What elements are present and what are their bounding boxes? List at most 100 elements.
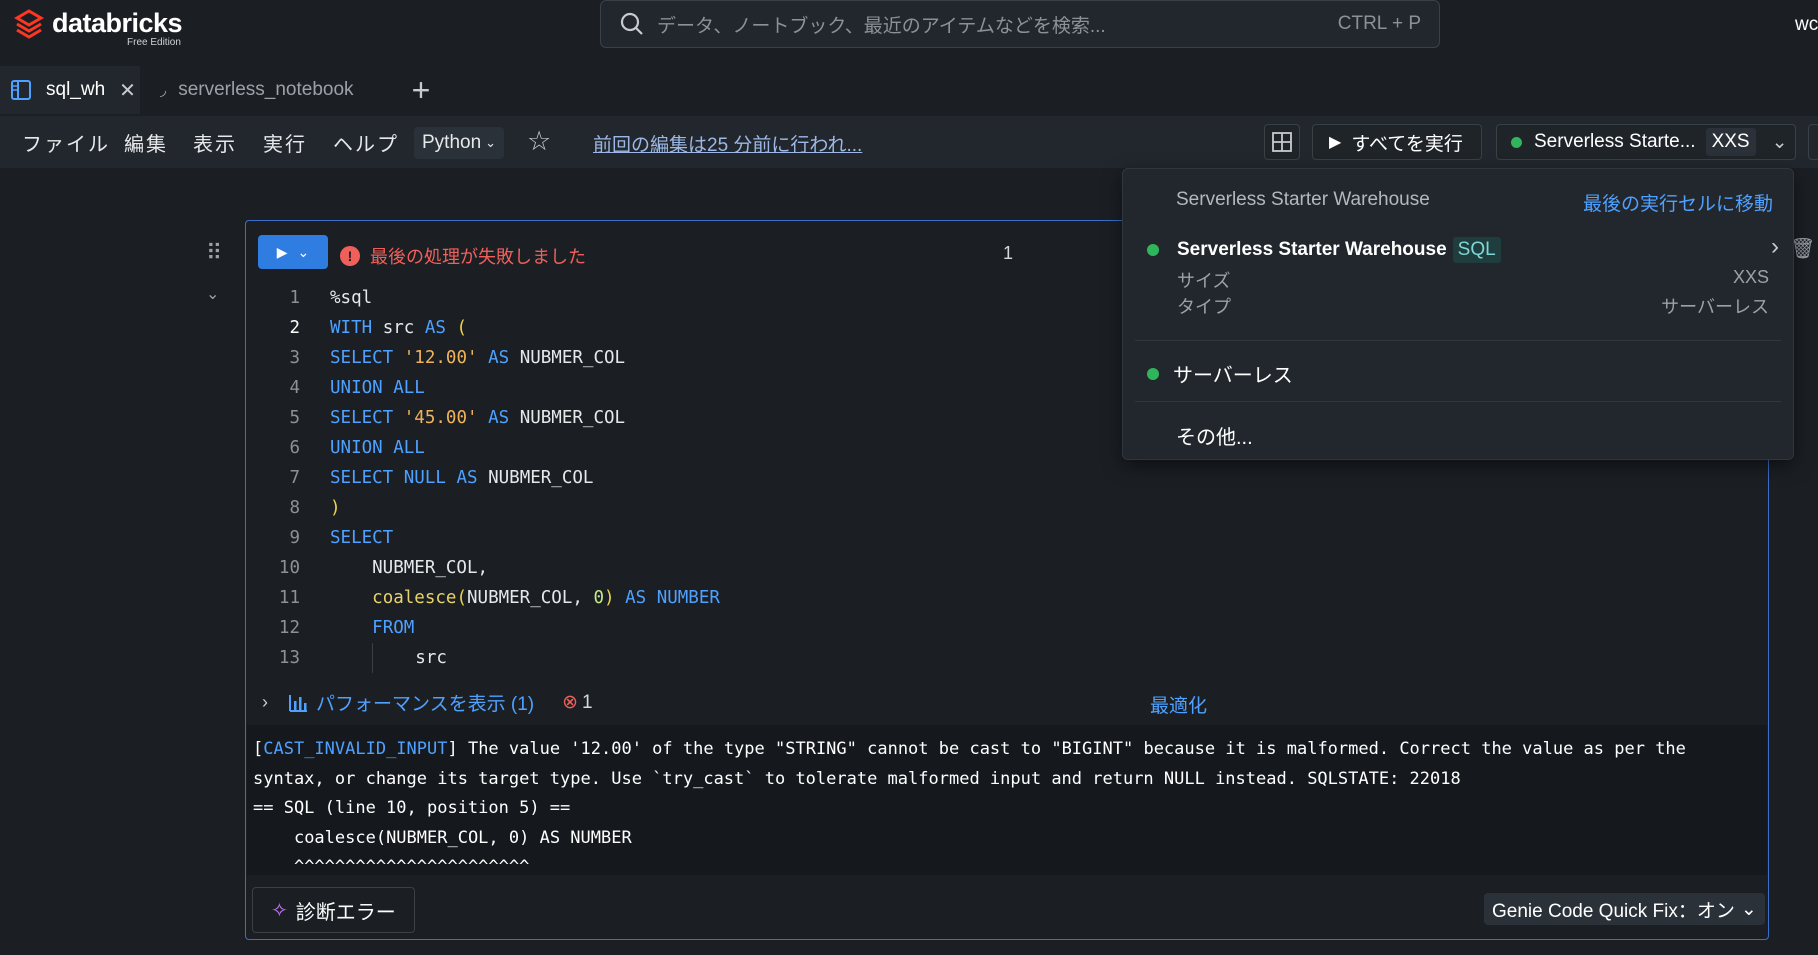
compute-name: Serverless Starte... — [1534, 131, 1696, 152]
search-shortcut: CTRL + P — [1337, 13, 1421, 34]
chevron-down-icon: ⌄ — [485, 135, 497, 150]
code-line: 3 SELECT '12.00' AS NUBMER_COL — [289, 348, 626, 368]
chevron-down-icon: ⌄ — [297, 243, 310, 260]
genie-label: Genie Code Quick Fix：オン — [1492, 900, 1735, 922]
chevron-down-icon: ⌄ — [1771, 131, 1788, 153]
code-line: 2 WITH src AS ( — [289, 318, 468, 338]
tab-sql-wh[interactable]: sql_wh ✕ — [0, 66, 140, 114]
tab-bar: sql_wh ✕ ◞ serverless_notebook + — [0, 66, 1818, 114]
favorite-star-icon[interactable]: ☆ — [527, 126, 551, 157]
code-line: 11 coalesce(NUBMER_COL, 0) AS NUMBER — [278, 588, 720, 608]
error-sql-position: == SQL (line 10, position 5) == — [253, 798, 571, 818]
workspace-name[interactable]: wc — [1795, 14, 1818, 36]
divider — [1135, 340, 1781, 341]
brand-name: databricks — [52, 8, 183, 38]
play-icon: ▶ — [276, 243, 288, 260]
code-line: 5 SELECT '45.00' AS NUBMER_COL — [289, 408, 626, 428]
error-count: ⊗ 1 — [562, 691, 593, 714]
type-value: サーバーレス — [1661, 297, 1769, 317]
error-circle-icon: ⊗ — [562, 692, 579, 713]
language-select[interactable]: Python ⌄ — [414, 127, 505, 159]
sparkle-icon: ✧ — [271, 899, 288, 922]
divider — [1135, 401, 1781, 402]
toolbar-edge-button[interactable] — [1808, 124, 1818, 160]
size-label: サイズ — [1177, 271, 1231, 291]
code-line: 13 src — [256, 643, 720, 673]
databricks-logo-icon — [14, 8, 44, 39]
layout-grid-icon — [1272, 132, 1292, 152]
type-label: タイプ — [1177, 297, 1231, 317]
other-compute-option[interactable]: その他... — [1176, 421, 1253, 450]
loading-icon: ◞ — [160, 82, 167, 99]
status-dot — [1511, 136, 1522, 148]
add-tab-button[interactable]: + — [405, 66, 437, 114]
warehouse-option[interactable]: Serverless Starter Warehouse SQL — [1147, 237, 1501, 263]
error-output: [CAST_INVALID_INPUT] The value '12.00' o… — [247, 725, 1767, 875]
menu-help[interactable]: ヘルプ — [333, 116, 399, 168]
menu-edit[interactable]: 編集 — [124, 116, 168, 168]
tab-label: sql_wh — [46, 79, 106, 100]
error-info-icon: ! — [340, 246, 360, 266]
language-value: Python — [422, 132, 482, 153]
last-edit-link[interactable]: 前回の編集は25 分前に行われ... — [593, 130, 862, 157]
search-icon — [620, 12, 643, 35]
error-message: ] The value '12.00' of the type "STRING"… — [253, 739, 1697, 789]
cell-status: ! 最後の処理が失敗しました — [340, 243, 586, 269]
optimize-link[interactable]: 最適化 — [1150, 691, 1207, 718]
diagnose-label: 診断エラー — [295, 901, 396, 924]
collapse-chevron-icon[interactable]: ⌄ — [206, 284, 219, 304]
code-editor[interactable]: 1 %sql 2 WITH src AS ( 3 SELECT '12.00' AS … — [256, 283, 720, 673]
menu-file[interactable]: ファイル — [22, 116, 110, 168]
menu-run[interactable]: 実行 — [263, 116, 307, 168]
error-snippet: coalesce(NUBMER_COL, 0) AS NUMBER — [253, 827, 632, 848]
close-icon[interactable]: ✕ — [119, 78, 136, 103]
compute-size: XXS — [1705, 128, 1756, 156]
play-icon: ▶ — [1329, 134, 1342, 151]
error-caret: ^^^^^^^^^^^^^^^^^^^^^^^ — [253, 857, 530, 875]
code-line: 10 NUBMER_COL, — [278, 558, 489, 578]
genie-quick-fix-toggle[interactable]: Genie Code Quick Fix：オン ⌄ — [1484, 893, 1765, 925]
run-cell-button[interactable]: ▶ ⌄ — [258, 235, 328, 269]
notebook-icon — [11, 80, 31, 100]
tab-serverless-notebook[interactable]: ◞ serverless_notebook — [150, 66, 354, 114]
run-all-button[interactable]: ▶ すべてを実行 — [1312, 124, 1482, 160]
search-placeholder: データ、ノートブック、最近のアイテムなどを検索... — [657, 15, 1106, 37]
size-value: XXS — [1732, 267, 1769, 287]
bar-chart-icon — [289, 694, 307, 712]
performance-link[interactable]: パフォーマンスを表示 (1) — [316, 689, 534, 716]
error-class-link[interactable]: CAST_INVALID_INPUT — [263, 739, 447, 759]
tab-label: serverless_notebook — [178, 79, 354, 100]
warehouse-name: Serverless Starter Warehouse — [1177, 239, 1447, 260]
databricks-logo[interactable]: databricks — [14, 8, 183, 39]
chevron-right-icon[interactable]: › — [262, 692, 268, 713]
sql-badge: SQL — [1452, 237, 1501, 263]
goto-last-run-link[interactable]: 最後の実行セルに移動 — [1583, 189, 1773, 216]
compute-selector[interactable]: Serverless Starte... XXS ⌄ — [1496, 124, 1796, 160]
status-dot — [1147, 244, 1159, 256]
chevron-right-icon[interactable]: › — [1771, 233, 1779, 261]
code-line: 8) — [289, 498, 341, 518]
code-line: 6 UNION ALL — [289, 438, 425, 458]
layout-button[interactable] — [1264, 124, 1300, 160]
code-line: 12 FROM — [278, 618, 415, 638]
serverless-label: サーバーレス — [1173, 365, 1293, 387]
performance-row[interactable]: › パフォーマンスを表示 (1) ⊗ 1 — [262, 689, 593, 716]
serverless-option[interactable]: サーバーレス — [1147, 359, 1293, 388]
code-line: 1 %sql — [289, 288, 373, 308]
code-line: 4 UNION ALL — [289, 378, 425, 398]
cell-status-text: 最後の処理が失敗しました — [370, 247, 586, 267]
search-bar[interactable]: データ、ノートブック、最近のアイテムなどを検索... CTRL + P — [600, 0, 1440, 48]
notebook-toolbar: ファイル 編集 表示 実行 ヘルプ Python ⌄ ☆ 前回の編集は25 分前… — [0, 116, 1818, 168]
drag-handle-icon[interactable]: ⠿ — [206, 240, 222, 266]
chevron-down-icon: ⌄ — [1740, 898, 1757, 920]
run-all-label: すべてを実行 — [1351, 133, 1463, 155]
menu-view[interactable]: 表示 — [193, 116, 237, 168]
status-dot — [1147, 367, 1159, 380]
brand-edition: Free Edition — [127, 37, 181, 48]
top-bar: databricks Free Edition データ、ノートブック、最近のアイ… — [0, 0, 1818, 56]
cell-number: 1 — [1003, 243, 1014, 263]
compute-popover: Serverless Starter Warehouse 最後の実行セルに移動 … — [1122, 168, 1794, 460]
code-line: 9 SELECT — [289, 528, 394, 548]
diagnose-error-button[interactable]: ✧ 診断エラー — [252, 887, 415, 933]
popover-header: Serverless Starter Warehouse — [1176, 189, 1430, 210]
